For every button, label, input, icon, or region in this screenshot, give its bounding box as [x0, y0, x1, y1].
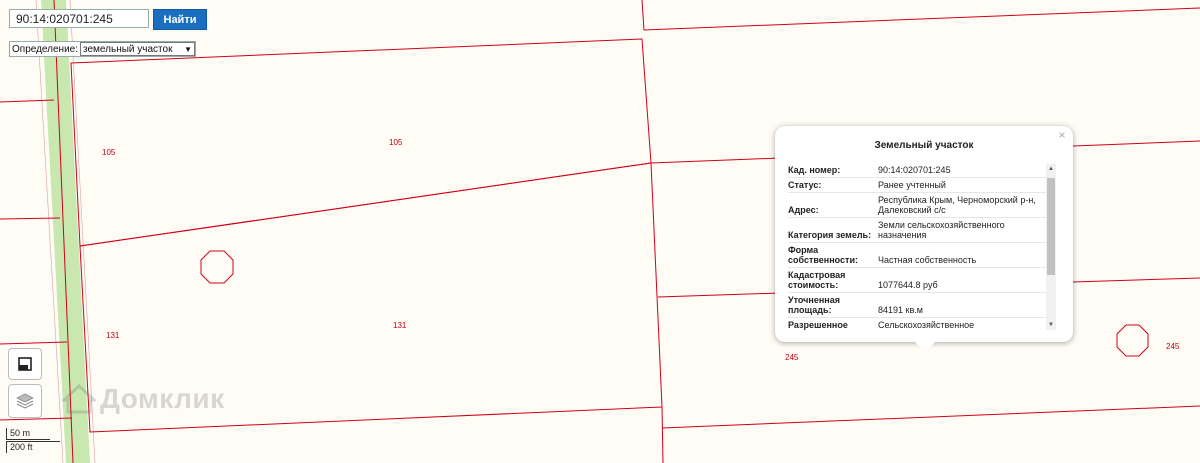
info-value: 90:14:020701:245 [878, 165, 951, 175]
parcel-info-popup: × Земельный участок Кад. номер: 90:14:02… [775, 126, 1073, 352]
find-button[interactable]: Найти [153, 9, 207, 30]
parcel-boundary [0, 99, 55, 103]
ruler-tool-button[interactable] [8, 348, 42, 380]
layers-icon [16, 393, 34, 409]
definition-label: Определение: [12, 43, 79, 55]
popup-scrollbar[interactable]: ▲ ▼ [1046, 164, 1056, 330]
parcel-105[interactable] [70, 38, 652, 247]
info-value: 1077644.8 руб [878, 280, 938, 290]
parcel-boundary [0, 417, 73, 421]
domclick-watermark: Домклик [62, 383, 225, 415]
parcel-label: 105 [389, 138, 403, 147]
info-value: 84191 кв.м [878, 305, 923, 315]
parcel-245-border [657, 292, 781, 298]
info-key: Форма собственности: [788, 245, 858, 265]
info-key: Адрес: [788, 205, 819, 215]
house-logo-icon [62, 384, 96, 414]
scroll-down-icon[interactable]: ▼ [1046, 320, 1056, 330]
parcel-label: 105 [102, 148, 116, 157]
cadastral-search-input[interactable] [9, 9, 149, 28]
info-value: Земли сельскохозяйственного назначения [878, 220, 1005, 240]
info-row: Разрешенное Сельскохозяйственное [788, 318, 1048, 331]
octagon-marker [1116, 324, 1149, 357]
info-key: Кадастровая стоимость: [788, 270, 846, 290]
info-row: Адрес: Республика Крым, Черноморский р-н… [788, 193, 1048, 218]
info-row: Статус: Ранее учтенный [788, 178, 1048, 193]
popup-title: Земельный участок [874, 140, 974, 151]
info-row: Уточненная площадь: 84191 кв.м [788, 293, 1048, 318]
info-row: Кадастровая стоимость: 1077644.8 руб [788, 268, 1048, 293]
definition-select[interactable]: земельный участок ▼ [80, 42, 195, 56]
info-key: Уточненная площадь: [788, 295, 840, 315]
parcel-label: 131 [393, 321, 407, 330]
octagon-marker [200, 250, 234, 284]
info-key: Разрешенное [788, 320, 848, 330]
scale-bar: 50 m 200 ft [6, 428, 66, 456]
parcel-label: 131 [106, 331, 120, 340]
scale-imperial: 200 ft [6, 441, 60, 453]
scroll-up-icon[interactable]: ▲ [1046, 164, 1056, 174]
layers-button[interactable] [8, 384, 42, 418]
info-key: Кад. номер: [788, 165, 841, 175]
parcel-info-table: Кад. номер: 90:14:020701:245 Статус: Ран… [788, 163, 1048, 331]
chevron-down-icon: ▼ [184, 44, 192, 54]
info-row: Кад. номер: 90:14:020701:245 [788, 163, 1048, 178]
parcel-boundary [641, 0, 1200, 31]
parcel-245-border [1072, 277, 1200, 283]
info-value: Сельскохозяйственное [878, 320, 975, 330]
info-key: Категория земель: [788, 230, 872, 240]
scrollbar-thumb[interactable] [1047, 178, 1055, 275]
info-row: Форма собственности: Частная собственнос… [788, 243, 1048, 268]
parcel-boundary [650, 157, 781, 164]
info-value: Ранее учтенный [878, 180, 946, 190]
ruler-icon [18, 357, 32, 371]
parcel-boundary [661, 405, 1200, 429]
watermark-text: Домклик [100, 383, 225, 414]
info-value: Частная собственность [878, 255, 977, 265]
definition-selected-value: земельный участок [83, 43, 173, 55]
info-row: Категория земель: Земли сельскохозяйстве… [788, 218, 1048, 243]
parcel-label: 245 [1166, 342, 1180, 351]
scale-metric: 50 m [6, 428, 50, 440]
parcel-label: 245 [785, 353, 799, 362]
parcel-boundary [1072, 140, 1200, 147]
parcel-boundary [0, 217, 61, 220]
definition-selector: Определение: земельный участок ▼ [9, 41, 196, 57]
parcel-boundary [661, 406, 664, 463]
info-value: Республика Крым, Черноморский р-н, Далек… [878, 195, 1036, 215]
info-key: Статус: [788, 180, 822, 190]
parcel-boundary [0, 341, 68, 345]
search-bar: Найти [9, 9, 207, 30]
